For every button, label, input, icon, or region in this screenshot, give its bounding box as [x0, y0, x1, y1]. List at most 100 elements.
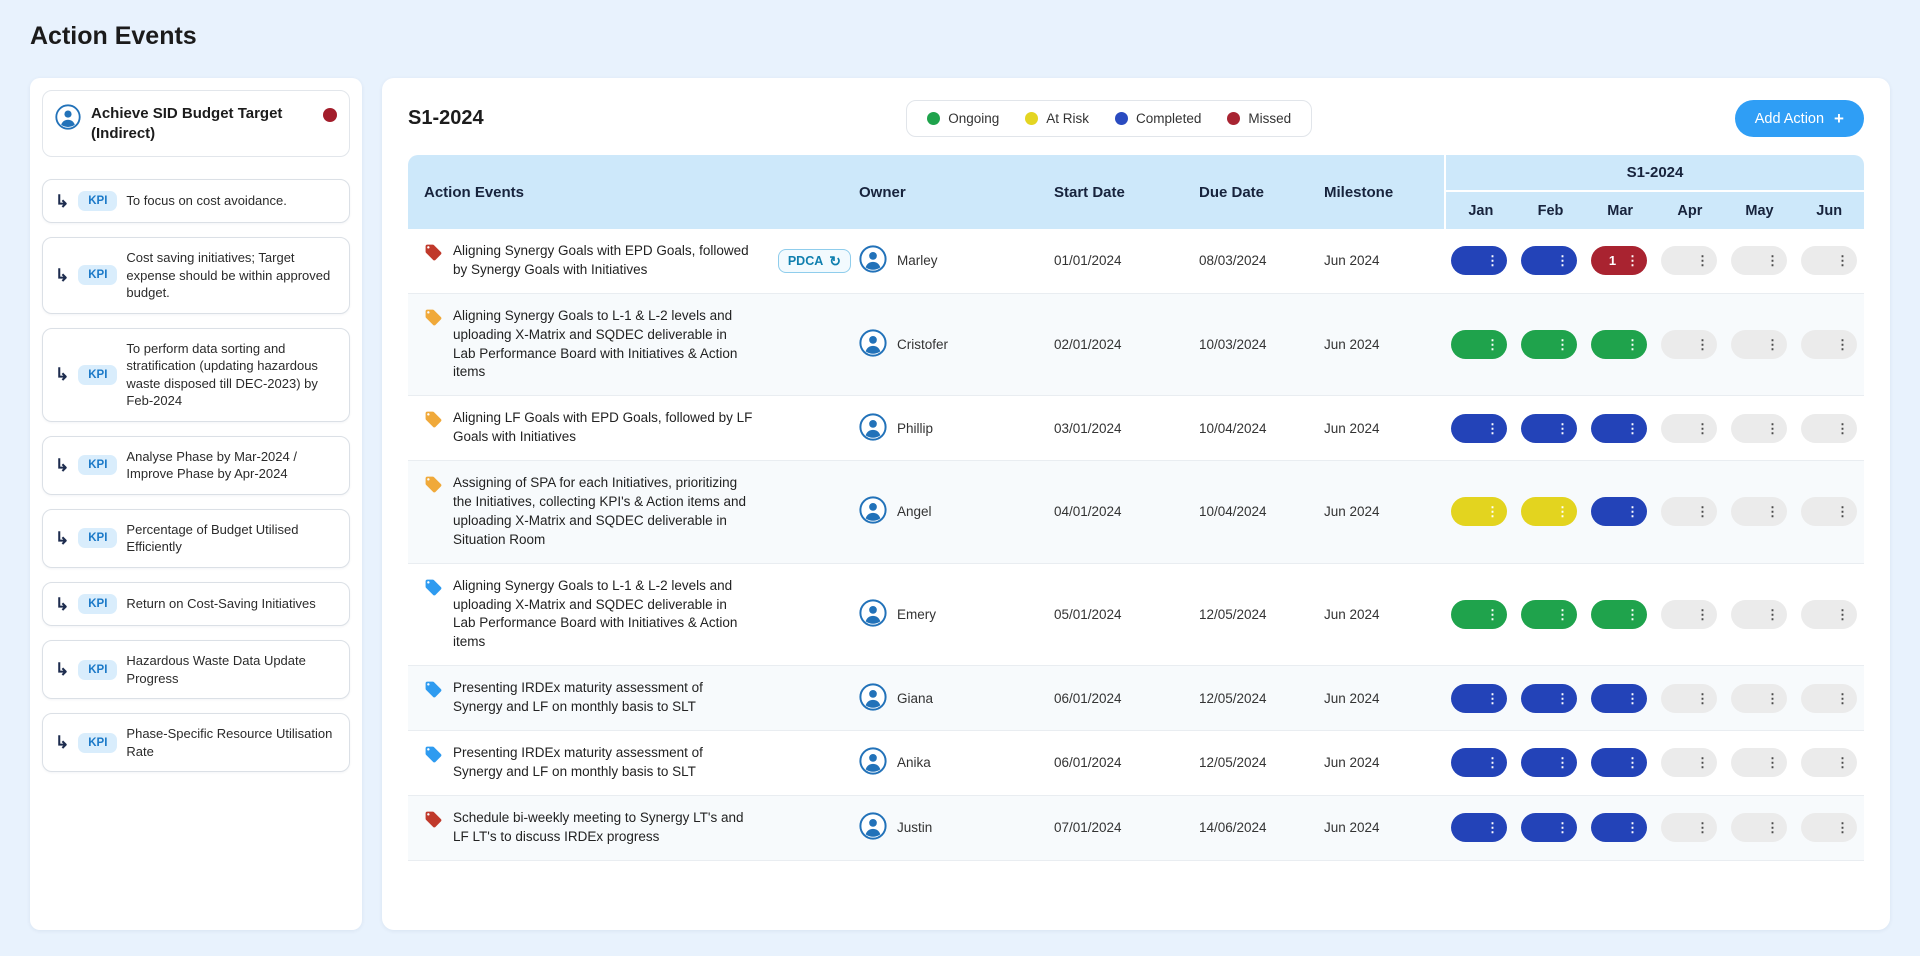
month-status-pill-none[interactable]: ⋮: [1731, 414, 1787, 443]
kebab-menu-icon[interactable]: ⋮: [1766, 821, 1779, 834]
kebab-menu-icon[interactable]: ⋮: [1486, 821, 1499, 834]
kebab-menu-icon[interactable]: ⋮: [1556, 692, 1569, 705]
month-status-pill-completed[interactable]: ⋮: [1451, 684, 1507, 713]
kebab-menu-icon[interactable]: ⋮: [1696, 608, 1709, 621]
kebab-menu-icon[interactable]: ⋮: [1836, 254, 1849, 267]
kebab-menu-icon[interactable]: ⋮: [1486, 422, 1499, 435]
month-status-pill-none[interactable]: ⋮: [1731, 813, 1787, 842]
kebab-menu-icon[interactable]: ⋮: [1836, 338, 1849, 351]
month-status-pill-completed[interactable]: ⋮: [1591, 497, 1647, 526]
kebab-menu-icon[interactable]: ⋮: [1696, 505, 1709, 518]
month-status-pill-none[interactable]: ⋮: [1731, 246, 1787, 275]
month-status-pill-ongoing[interactable]: ⋮: [1521, 330, 1577, 359]
kpi-card[interactable]: ↳KPIPhase-Specific Resource Utilisation …: [42, 713, 350, 772]
month-status-pill-none[interactable]: ⋮: [1661, 748, 1717, 777]
kebab-menu-icon[interactable]: ⋮: [1626, 821, 1639, 834]
kebab-menu-icon[interactable]: ⋮: [1766, 756, 1779, 769]
month-status-pill-none[interactable]: ⋮: [1661, 600, 1717, 629]
kebab-menu-icon[interactable]: ⋮: [1626, 608, 1639, 621]
goal-card[interactable]: Achieve SID Budget Target (Indirect): [42, 90, 350, 157]
kebab-menu-icon[interactable]: ⋮: [1556, 608, 1569, 621]
month-status-pill-ongoing[interactable]: ⋮: [1591, 330, 1647, 359]
month-status-pill-completed[interactable]: ⋮: [1451, 246, 1507, 275]
month-status-pill-none[interactable]: ⋮: [1731, 748, 1787, 777]
kebab-menu-icon[interactable]: ⋮: [1626, 505, 1639, 518]
kebab-menu-icon[interactable]: ⋮: [1486, 338, 1499, 351]
kebab-menu-icon[interactable]: ⋮: [1556, 821, 1569, 834]
kebab-menu-icon[interactable]: ⋮: [1486, 692, 1499, 705]
month-status-pill-none[interactable]: ⋮: [1801, 330, 1857, 359]
month-status-pill-none[interactable]: ⋮: [1801, 813, 1857, 842]
month-status-pill-completed[interactable]: ⋮: [1521, 246, 1577, 275]
month-status-pill-completed[interactable]: ⋮: [1451, 748, 1507, 777]
month-status-pill-none[interactable]: ⋮: [1731, 684, 1787, 713]
kebab-menu-icon[interactable]: ⋮: [1696, 254, 1709, 267]
month-status-pill-completed[interactable]: ⋮: [1591, 414, 1647, 443]
month-status-pill-completed[interactable]: ⋮: [1451, 813, 1507, 842]
month-status-pill-none[interactable]: ⋮: [1801, 246, 1857, 275]
add-action-button[interactable]: Add Action +: [1735, 100, 1864, 137]
month-status-pill-completed[interactable]: ⋮: [1451, 414, 1507, 443]
month-status-pill-none[interactable]: ⋮: [1661, 497, 1717, 526]
month-status-pill-missed[interactable]: 1⋮: [1591, 246, 1647, 275]
kebab-menu-icon[interactable]: ⋮: [1836, 756, 1849, 769]
kebab-menu-icon[interactable]: ⋮: [1556, 338, 1569, 351]
kebab-menu-icon[interactable]: ⋮: [1836, 821, 1849, 834]
kebab-menu-icon[interactable]: ⋮: [1486, 254, 1499, 267]
month-status-pill-none[interactable]: ⋮: [1661, 330, 1717, 359]
kpi-card[interactable]: ↳KPIPercentage of Budget Utilised Effici…: [42, 509, 350, 568]
kebab-menu-icon[interactable]: ⋮: [1696, 756, 1709, 769]
month-status-pill-ongoing[interactable]: ⋮: [1451, 330, 1507, 359]
kebab-menu-icon[interactable]: ⋮: [1556, 422, 1569, 435]
kebab-menu-icon[interactable]: ⋮: [1486, 505, 1499, 518]
month-status-pill-none[interactable]: ⋮: [1731, 600, 1787, 629]
pdca-badge[interactable]: PDCA↻: [778, 249, 851, 273]
kebab-menu-icon[interactable]: ⋮: [1836, 692, 1849, 705]
kebab-menu-icon[interactable]: ⋮: [1696, 692, 1709, 705]
month-status-pill-none[interactable]: ⋮: [1801, 748, 1857, 777]
month-status-pill-ongoing[interactable]: ⋮: [1521, 600, 1577, 629]
kebab-menu-icon[interactable]: ⋮: [1766, 608, 1779, 621]
kebab-menu-icon[interactable]: ⋮: [1766, 505, 1779, 518]
kebab-menu-icon[interactable]: ⋮: [1556, 505, 1569, 518]
kebab-menu-icon[interactable]: ⋮: [1766, 338, 1779, 351]
month-status-pill-none[interactable]: ⋮: [1661, 684, 1717, 713]
kebab-menu-icon[interactable]: ⋮: [1696, 338, 1709, 351]
month-status-pill-completed[interactable]: ⋮: [1521, 748, 1577, 777]
kpi-card[interactable]: ↳KPIHazardous Waste Data Update Progress: [42, 640, 350, 699]
month-status-pill-none[interactable]: ⋮: [1801, 684, 1857, 713]
kpi-card[interactable]: ↳KPIReturn on Cost-Saving Initiatives: [42, 582, 350, 626]
month-status-pill-completed[interactable]: ⋮: [1591, 748, 1647, 777]
kebab-menu-icon[interactable]: ⋮: [1626, 338, 1639, 351]
kebab-menu-icon[interactable]: ⋮: [1626, 422, 1639, 435]
month-status-pill-completed[interactable]: ⋮: [1591, 813, 1647, 842]
kebab-menu-icon[interactable]: ⋮: [1626, 254, 1639, 267]
month-status-pill-none[interactable]: ⋮: [1661, 813, 1717, 842]
kebab-menu-icon[interactable]: ⋮: [1836, 422, 1849, 435]
kebab-menu-icon[interactable]: ⋮: [1626, 692, 1639, 705]
kebab-menu-icon[interactable]: ⋮: [1836, 505, 1849, 518]
kebab-menu-icon[interactable]: ⋮: [1766, 692, 1779, 705]
month-status-pill-none[interactable]: ⋮: [1801, 497, 1857, 526]
kebab-menu-icon[interactable]: ⋮: [1486, 608, 1499, 621]
month-status-pill-completed[interactable]: ⋮: [1591, 684, 1647, 713]
month-status-pill-completed[interactable]: ⋮: [1521, 684, 1577, 713]
kpi-card[interactable]: ↳KPITo perform data sorting and stratifi…: [42, 328, 350, 422]
month-status-pill-none[interactable]: ⋮: [1661, 414, 1717, 443]
kebab-menu-icon[interactable]: ⋮: [1766, 254, 1779, 267]
kebab-menu-icon[interactable]: ⋮: [1766, 422, 1779, 435]
month-status-pill-none[interactable]: ⋮: [1731, 330, 1787, 359]
kebab-menu-icon[interactable]: ⋮: [1556, 756, 1569, 769]
month-status-pill-completed[interactable]: ⋮: [1521, 813, 1577, 842]
month-status-pill-none[interactable]: ⋮: [1661, 246, 1717, 275]
kebab-menu-icon[interactable]: ⋮: [1626, 756, 1639, 769]
month-status-pill-ongoing[interactable]: ⋮: [1451, 600, 1507, 629]
kpi-card[interactable]: ↳KPIAnalyse Phase by Mar-2024 / Improve …: [42, 436, 350, 495]
kpi-card[interactable]: ↳KPICost saving initiatives; Target expe…: [42, 237, 350, 314]
kebab-menu-icon[interactable]: ⋮: [1696, 422, 1709, 435]
month-status-pill-atrisk[interactable]: ⋮: [1451, 497, 1507, 526]
kebab-menu-icon[interactable]: ⋮: [1696, 821, 1709, 834]
month-status-pill-atrisk[interactable]: ⋮: [1521, 497, 1577, 526]
month-status-pill-completed[interactable]: ⋮: [1521, 414, 1577, 443]
kebab-menu-icon[interactable]: ⋮: [1486, 756, 1499, 769]
